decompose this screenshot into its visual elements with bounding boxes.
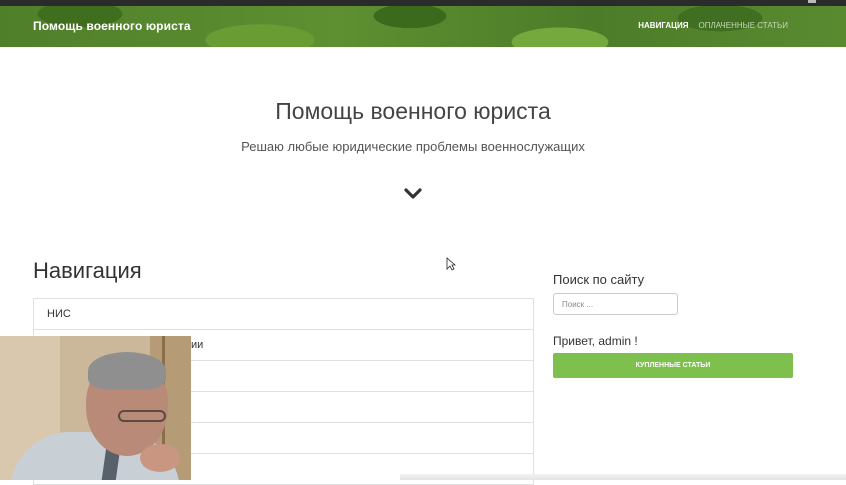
list-item-label: НИС bbox=[47, 308, 71, 320]
navigation-section-title: Навигация bbox=[33, 258, 142, 283]
user-greeting: Привет, admin ! bbox=[553, 334, 638, 348]
page-bottom-divider bbox=[400, 474, 846, 480]
search-label: Поиск по сайту bbox=[553, 272, 645, 287]
site-brand-link[interactable]: Помощь военного юриста bbox=[33, 19, 191, 33]
mouse-cursor-icon bbox=[446, 257, 456, 271]
search-input[interactable] bbox=[553, 293, 678, 315]
webcam-overlay bbox=[0, 336, 191, 480]
webcam-person-hair bbox=[88, 352, 166, 390]
list-item[interactable]: НИС bbox=[34, 299, 533, 330]
top-nav-links: НАВИГАЦИЯ ОПЛАЧЕННЫЕ СТАТЬИ bbox=[638, 21, 788, 30]
list-item-partial-label: ии bbox=[191, 339, 204, 351]
nav-link-paid-articles[interactable]: ОПЛАЧЕННЫЕ СТАТЬИ bbox=[698, 21, 788, 30]
webcam-person-glasses bbox=[118, 410, 166, 422]
purchased-articles-button[interactable]: КУПЛЕННЫЕ СТАТЬИ bbox=[553, 353, 793, 378]
top-navbar: Помощь военного юриста НАВИГАЦИЯ ОПЛАЧЕН… bbox=[0, 6, 846, 47]
nav-link-navigation[interactable]: НАВИГАЦИЯ bbox=[638, 21, 688, 30]
window-control[interactable] bbox=[808, 0, 816, 3]
chevron-down-icon[interactable] bbox=[404, 186, 422, 202]
hero-subtitle: Решаю любые юридические проблемы военнос… bbox=[241, 139, 585, 154]
hero-title: Помощь военного юриста bbox=[275, 98, 551, 124]
webcam-person-hand bbox=[140, 444, 180, 472]
